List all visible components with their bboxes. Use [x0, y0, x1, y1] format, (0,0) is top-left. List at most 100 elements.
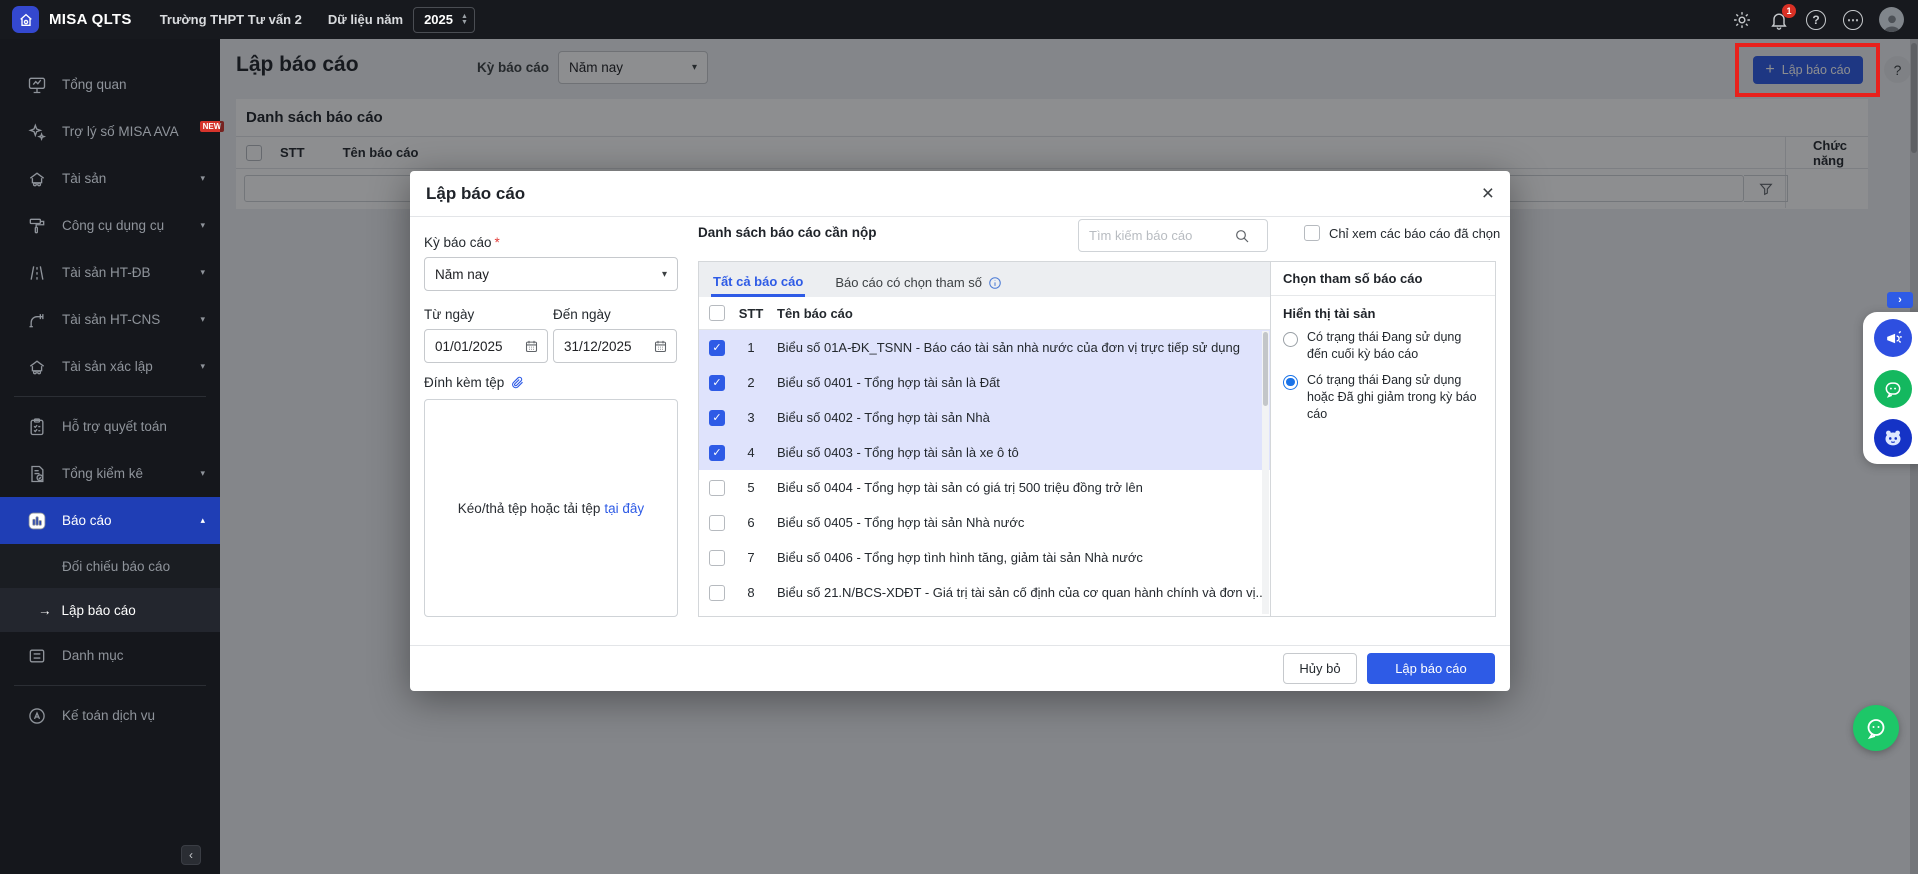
calendar-icon[interactable] — [524, 339, 539, 354]
sidebar-item-ke-toan-dich-vu[interactable]: Kế toán dịch vụ — [0, 692, 220, 739]
radio-unselected[interactable] — [1283, 332, 1298, 347]
list-icon — [27, 646, 47, 666]
row-name: Biểu số 0403 - Tổng hợp tài sản là xe ô … — [777, 445, 1262, 460]
tab-param-reports[interactable]: Báo cáo có chọn tham số — [833, 267, 1004, 297]
sidebar-item-tong-quan[interactable]: Tổng quan — [0, 61, 220, 108]
assistant-bot-fab[interactable] — [1874, 419, 1912, 457]
close-icon[interactable]: × — [1482, 183, 1494, 204]
table-row[interactable]: 5 Biểu số 0404 - Tổng hợp tài sản có giá… — [699, 470, 1270, 505]
sidebar-collapse-button[interactable]: ‹ — [181, 845, 201, 865]
widget-collapse-button[interactable]: › — [1887, 292, 1913, 308]
announcements-fab[interactable] — [1874, 319, 1912, 357]
more-button[interactable]: ⋯ — [1842, 9, 1864, 31]
sidebar-subitem-doi-chieu-bao-cao[interactable]: Đối chiếu báo cáo — [0, 544, 220, 588]
chevron-up-icon: ▴ — [200, 515, 205, 526]
top-bar: MISA QLTS Trường THPT Tư vấn 2 Dữ liệu n… — [0, 0, 1918, 39]
user-avatar[interactable] — [1879, 7, 1904, 32]
paint-roller-icon — [27, 216, 47, 236]
support-chat-fab[interactable] — [1874, 370, 1912, 408]
chat-bot-icon — [1883, 379, 1903, 399]
tab-all-reports[interactable]: Tất cả báo cáo — [711, 266, 805, 297]
radio-selected[interactable] — [1283, 375, 1298, 390]
info-icon[interactable] — [988, 276, 1002, 290]
chat-bubble-face-icon — [1864, 716, 1888, 740]
paperclip-icon[interactable] — [510, 375, 525, 390]
settings-button[interactable] — [1731, 9, 1753, 31]
question-icon: ? — [1806, 10, 1826, 30]
sidebar-subitem-lap-bao-cao[interactable]: → Lập báo cáo — [0, 588, 220, 632]
to-date-input[interactable]: 31/12/2025 — [553, 329, 677, 363]
sidebar-subitem-label: Lập báo cáo — [62, 603, 136, 618]
year-stepper[interactable]: 2025 ▲ ▼ — [413, 7, 475, 33]
row-stt: 4 — [725, 445, 777, 460]
sidebar-item-tai-san[interactable]: Tài sản ▾ — [0, 155, 220, 202]
sidebar-subitem-label: Đối chiếu báo cáo — [62, 559, 170, 574]
report-search-box[interactable] — [1078, 219, 1268, 252]
year-spin-buttons[interactable]: ▲ ▼ — [461, 14, 468, 26]
help-button[interactable]: ? — [1805, 9, 1827, 31]
table-row[interactable]: ✓ 1 Biểu số 01A-ĐK_TSNN - Báo cáo tài sả… — [699, 330, 1270, 365]
sidebar-item-bao-cao[interactable]: Báo cáo ▴ — [0, 497, 220, 544]
row-stt: 3 — [725, 410, 777, 425]
calendar-icon[interactable] — [653, 339, 668, 354]
table-row[interactable]: 8 Biểu số 21.N/BCS-XDĐT - Giá trị tài sả… — [699, 575, 1270, 610]
sidebar-item-danh-muc[interactable]: Danh mục — [0, 632, 220, 679]
row-checkbox[interactable] — [709, 550, 725, 566]
list-scrollbar-thumb[interactable] — [1263, 332, 1268, 406]
modal-period-select[interactable]: Năm nay ▾ — [424, 257, 678, 291]
person-icon — [1881, 12, 1903, 32]
file-dropzone[interactable]: Kéo/thả tệp hoặc tải tệptại đây — [424, 399, 678, 617]
sidebar-item-tai-san-xac-lap[interactable]: Tài sản xác lập ▾ — [0, 343, 220, 390]
table-row[interactable]: ✓ 2 Biểu số 0401 - Tổng hợp tài sản là Đ… — [699, 365, 1270, 400]
chevron-down-icon: ▾ — [200, 173, 205, 184]
table-row-clipped[interactable] — [699, 610, 1270, 616]
sidebar-item-tong-kiem-ke[interactable]: Tổng kiểm kê ▾ — [0, 450, 220, 497]
organization-name[interactable]: Trường THPT Tư vấn 2 — [160, 12, 302, 27]
app-logo[interactable] — [12, 6, 39, 33]
radio-option-2[interactable]: Có trạng thái Đang sử dụng hoặc Đã ghi g… — [1283, 372, 1483, 424]
table-row[interactable]: 6 Biểu số 0405 - Tổng hợp tài sản Nhà nư… — [699, 505, 1270, 540]
required-asterisk: * — [495, 235, 500, 250]
sidebar-item-misa-ava[interactable]: Trợ lý số MISA AVA NEW — [0, 108, 220, 155]
attach-file-label: Đính kèm tệp — [424, 375, 525, 390]
spin-down-icon[interactable]: ▼ — [461, 20, 468, 26]
sidebar-item-cong-cu-dung-cu[interactable]: Công cụ dụng cụ ▾ — [0, 202, 220, 249]
modal-column-name: Tên báo cáo — [777, 306, 1262, 321]
from-date-input[interactable]: 01/01/2025 — [424, 329, 548, 363]
tab-param-label: Báo cáo có chọn tham số — [835, 275, 982, 290]
row-checkbox-checked[interactable]: ✓ — [709, 410, 725, 426]
sidebar-item-tai-san-ht-db[interactable]: Tài sản HT-ĐB ▾ — [0, 249, 220, 296]
row-checkbox-checked[interactable]: ✓ — [709, 340, 725, 356]
panda-bot-icon — [1882, 427, 1904, 449]
to-date-label: Đến ngày — [553, 307, 611, 322]
check-icon: ✓ — [712, 341, 721, 354]
radio-option-1[interactable]: Có trạng thái Đang sử dụng đến cuối kỳ b… — [1283, 329, 1483, 364]
modal-period-label: Kỳ báo cáo* — [424, 235, 500, 250]
sidebar-item-label: Tổng quan — [62, 77, 127, 92]
only-selected-toggle[interactable]: Chỉ xem các báo cáo đã chọn — [1304, 225, 1500, 241]
row-checkbox[interactable] — [709, 515, 725, 531]
report-list-panel: Tất cả báo cáo Báo cáo có chọn tham số S… — [698, 261, 1496, 617]
table-row[interactable]: ✓ 3 Biểu số 0402 - Tổng hợp tài sản Nhà — [699, 400, 1270, 435]
list-scrollbar[interactable] — [1262, 331, 1269, 614]
pipe-icon — [27, 310, 47, 330]
sidebar-item-label: Báo cáo — [62, 513, 112, 528]
row-checkbox-checked[interactable]: ✓ — [709, 375, 725, 391]
tab-all-label: Tất cả báo cáo — [713, 274, 803, 289]
notifications-button[interactable]: 1 — [1768, 9, 1790, 31]
sidebar-item-ho-tro-quyet-toan[interactable]: Hỗ trợ quyết toán — [0, 403, 220, 450]
row-checkbox[interactable] — [709, 585, 725, 601]
bar-chart-icon — [27, 511, 47, 531]
row-checkbox[interactable] — [709, 480, 725, 496]
report-search-input[interactable] — [1089, 228, 1234, 243]
table-row[interactable]: ✓ 4 Biểu số 0403 - Tổng hợp tài sản là x… — [699, 435, 1270, 470]
row-checkbox-checked[interactable]: ✓ — [709, 445, 725, 461]
help-chat-fab[interactable] — [1853, 705, 1899, 751]
only-selected-checkbox[interactable] — [1304, 225, 1320, 241]
cancel-button[interactable]: Hủy bỏ — [1283, 653, 1357, 684]
modal-select-all-checkbox[interactable] — [709, 305, 725, 321]
dropzone-upload-link[interactable]: tại đây — [604, 501, 644, 516]
sidebar-item-tai-san-ht-cns[interactable]: Tài sản HT-CNS ▾ — [0, 296, 220, 343]
table-row[interactable]: 7 Biểu số 0406 - Tổng hợp tình hình tăng… — [699, 540, 1270, 575]
submit-button[interactable]: Lập báo cáo — [1367, 653, 1495, 684]
